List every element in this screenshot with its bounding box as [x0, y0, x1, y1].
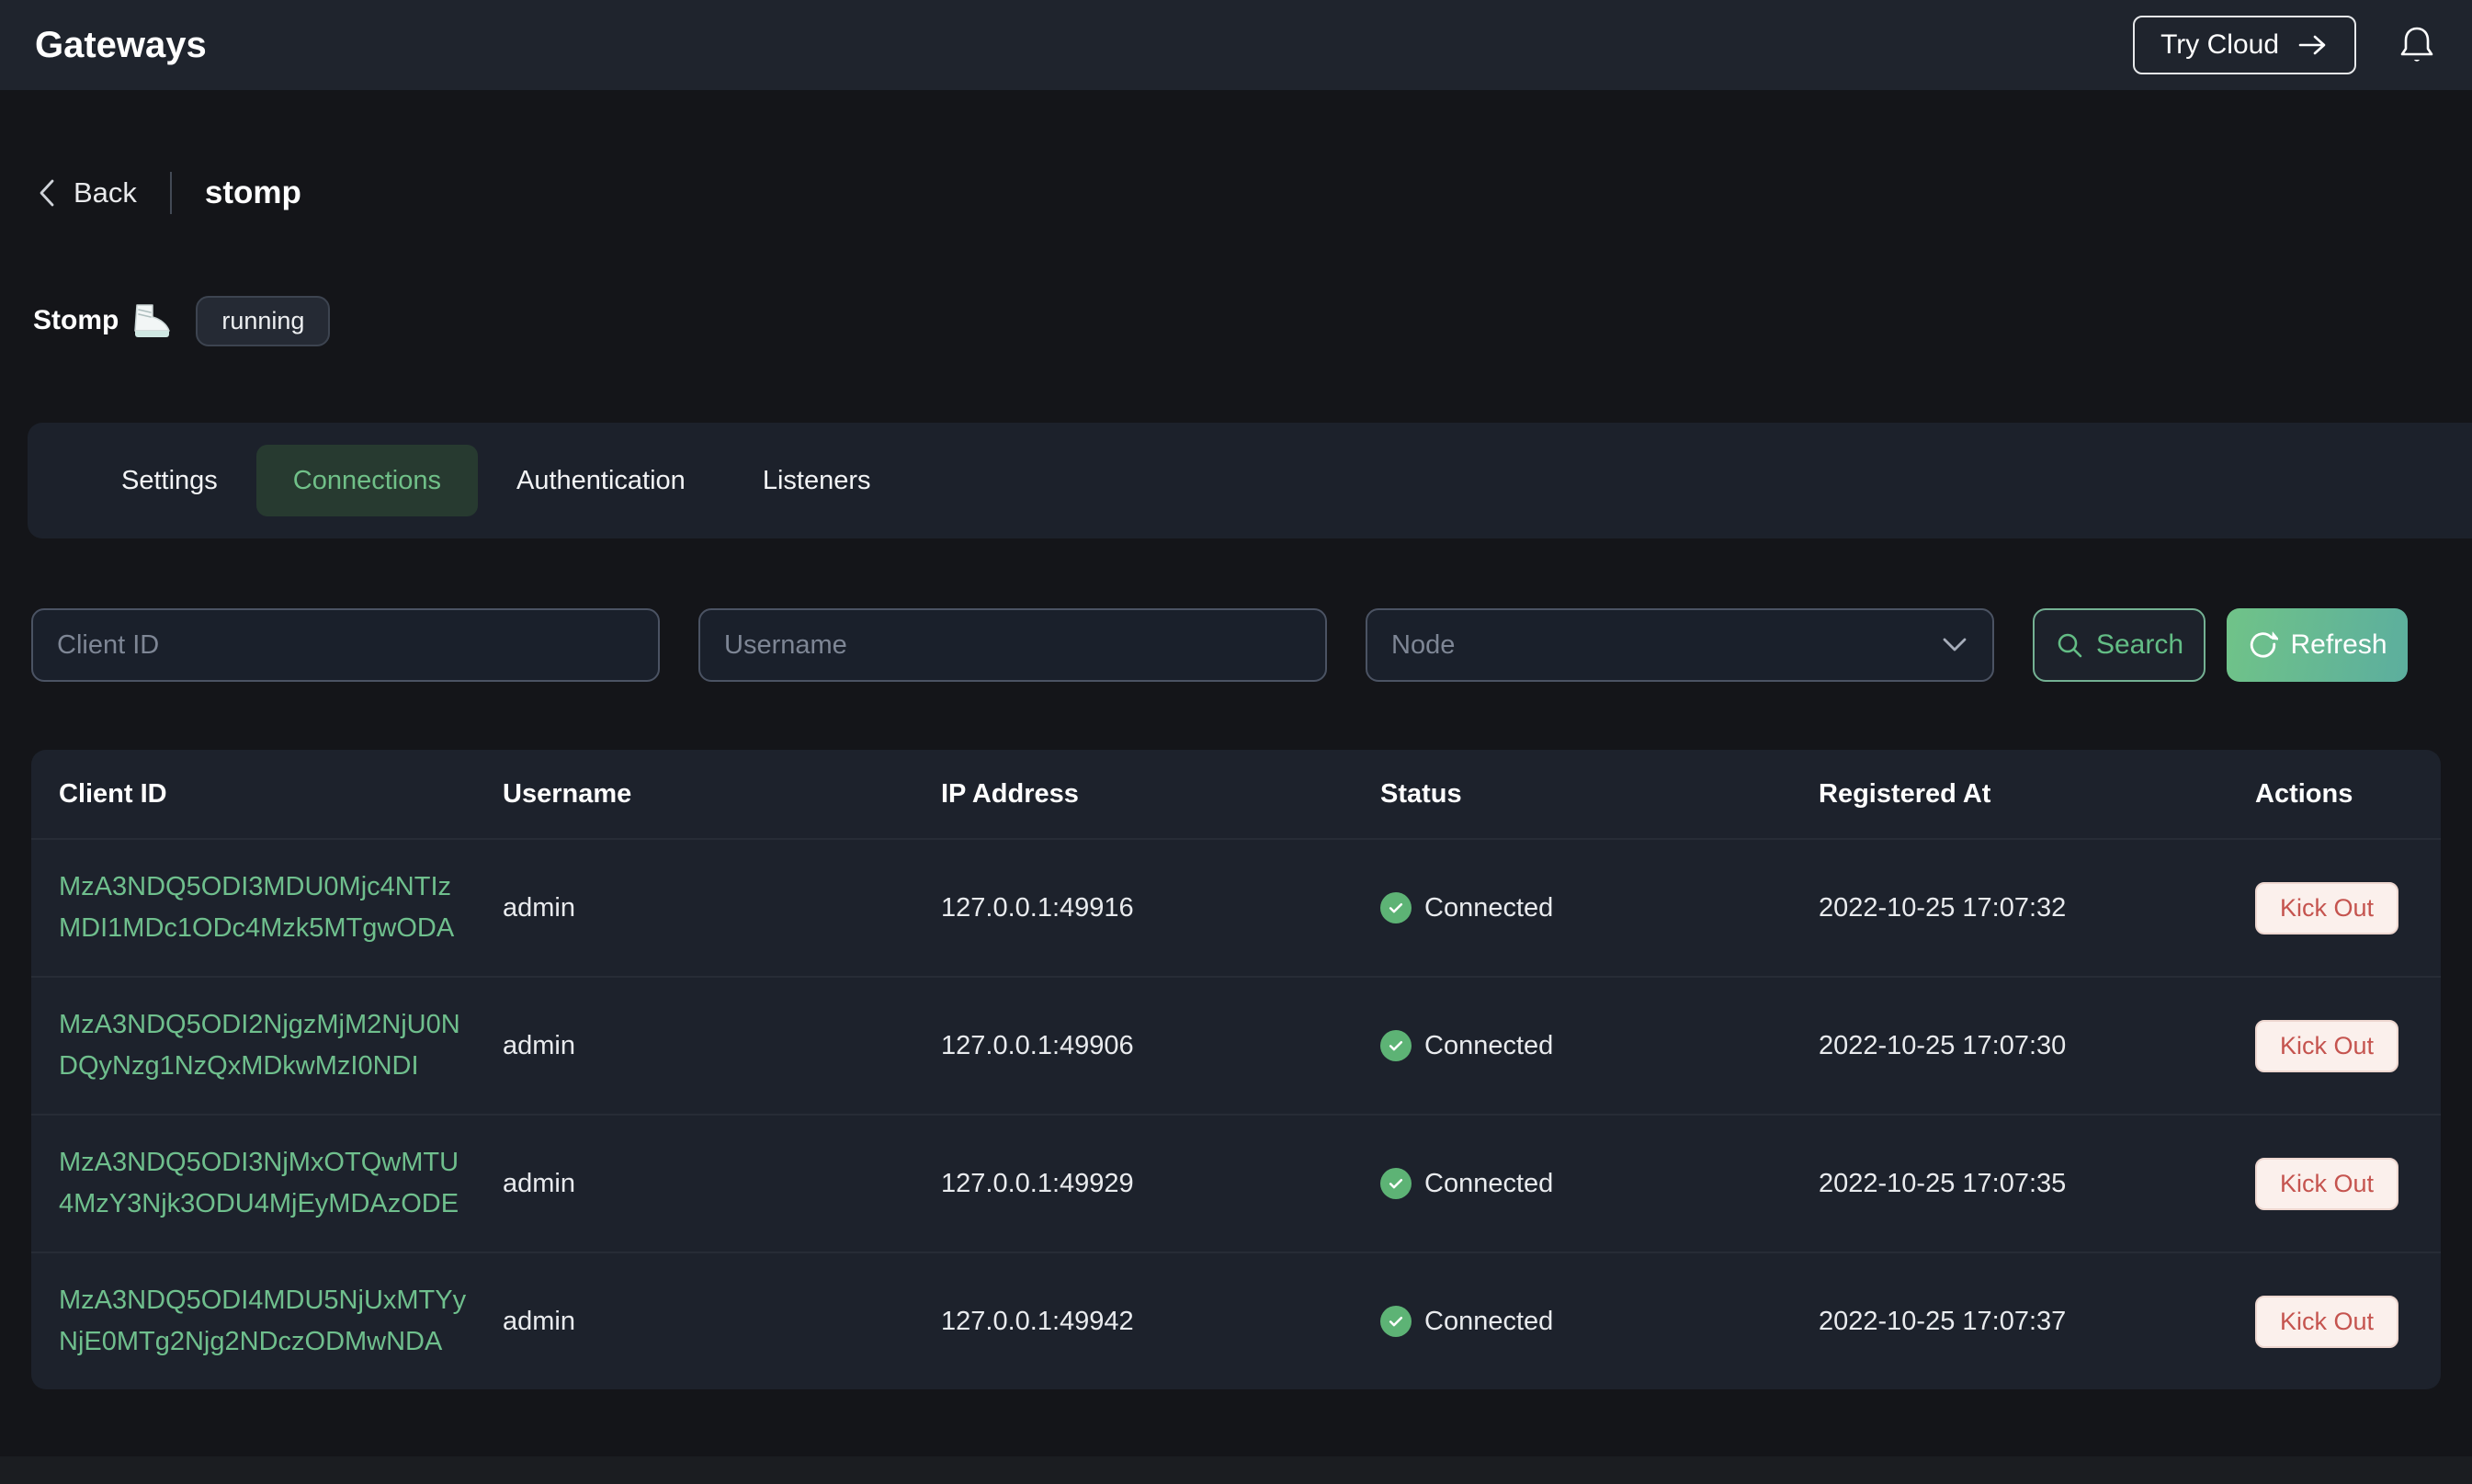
refresh-button[interactable]: Refresh: [2227, 608, 2408, 682]
search-label: Search: [2096, 629, 2183, 661]
node-select[interactable]: Node: [1366, 608, 1994, 682]
back-button[interactable]: Back: [37, 176, 137, 210]
status-cell: Connected: [1380, 1306, 1819, 1337]
ip-address-cell: 127.0.0.1:49929: [941, 1169, 1380, 1199]
client-id-line2: NjE0MTg2Njg2NDczODMwNDA: [59, 1321, 503, 1363]
try-cloud-label: Try Cloud: [2160, 29, 2279, 61]
tab-listeners[interactable]: Listeners: [724, 445, 910, 516]
ip-address-cell: 127.0.0.1:49906: [941, 1031, 1380, 1061]
status-cell: Connected: [1380, 1168, 1819, 1199]
gateway-name: Stomp: [33, 305, 119, 336]
tab-settings[interactable]: Settings: [83, 445, 256, 516]
client-id-line2: DQyNzg1NzQxMDkwMzI0NDI: [59, 1046, 503, 1087]
col-registered-at: Registered At: [1819, 779, 2255, 810]
username-cell: admin: [503, 1307, 941, 1337]
status-label: Connected: [1424, 893, 1553, 923]
client-id-link[interactable]: MzA3NDQ5ODI3MDU0Mjc4NTIz MDI1MDc1ODc4Mzk…: [59, 867, 503, 949]
client-id-link[interactable]: MzA3NDQ5ODI2NjgzMjM2NjU0N DQyNzg1NzQxMDk…: [59, 1004, 503, 1087]
topbar-actions: Try Cloud: [2133, 16, 2437, 74]
notification-bell-icon[interactable]: [2397, 23, 2437, 67]
registered-at-cell: 2022-10-25 17:07:37: [1819, 1307, 2255, 1337]
breadcrumb-divider: [170, 172, 172, 214]
username-cell: admin: [503, 893, 941, 923]
status-cell: Connected: [1380, 1030, 1819, 1061]
col-ip-address: IP Address: [941, 779, 1380, 810]
arrow-right-icon: [2297, 33, 2329, 57]
username-input[interactable]: [698, 608, 1327, 682]
app-title: Gateways: [35, 25, 207, 66]
username-cell: admin: [503, 1169, 941, 1199]
status-label: Connected: [1424, 1031, 1553, 1061]
topbar: Gateways Try Cloud: [0, 0, 2472, 90]
search-button[interactable]: Search: [2033, 608, 2206, 682]
client-id-line2: MDI1MDc1ODc4Mzk5MTgwODA: [59, 908, 503, 949]
try-cloud-button[interactable]: Try Cloud: [2133, 16, 2356, 74]
table-header: Client ID Username IP Address Status Reg…: [31, 750, 2441, 838]
chevron-left-icon: [37, 177, 57, 209]
boot-icon: [130, 302, 172, 339]
kick-out-button[interactable]: Kick Out: [2255, 1296, 2398, 1348]
col-client-id: Client ID: [59, 779, 503, 810]
table-row: MzA3NDQ5ODI3MDU0Mjc4NTIz MDI1MDc1ODc4Mzk…: [31, 838, 2441, 976]
kick-out-button[interactable]: Kick Out: [2255, 1158, 2398, 1210]
search-icon: [2055, 630, 2084, 660]
client-id-line1: MzA3NDQ5ODI2NjgzMjM2NjU0N: [59, 1004, 503, 1046]
table-row: MzA3NDQ5ODI2NjgzMjM2NjU0N DQyNzg1NzQxMDk…: [31, 976, 2441, 1114]
registered-at-cell: 2022-10-25 17:07:30: [1819, 1031, 2255, 1061]
registered-at-cell: 2022-10-25 17:07:35: [1819, 1169, 2255, 1199]
tab-bar: Settings Connections Authentication List…: [28, 423, 2472, 538]
table-row: MzA3NDQ5ODI4MDU5NjUxMTYy NjE0MTg2Njg2NDc…: [31, 1252, 2441, 1389]
table-row: MzA3NDQ5ODI3NjMxOTQwMTU 4MzY3Njk3ODU4MjE…: [31, 1114, 2441, 1252]
client-id-link[interactable]: MzA3NDQ5ODI4MDU5NjUxMTYy NjE0MTg2Njg2NDc…: [59, 1280, 503, 1363]
registered-at-cell: 2022-10-25 17:07:32: [1819, 893, 2255, 923]
username-cell: admin: [503, 1031, 941, 1061]
ip-address-cell: 127.0.0.1:49916: [941, 893, 1380, 923]
connected-check-icon: [1380, 1306, 1412, 1337]
connected-check-icon: [1380, 1030, 1412, 1061]
col-username: Username: [503, 779, 941, 810]
status-cell: Connected: [1380, 892, 1819, 923]
status-label: Connected: [1424, 1307, 1553, 1337]
chevron-down-icon: [1941, 636, 1968, 654]
client-id-line1: MzA3NDQ5ODI4MDU5NjUxMTYy: [59, 1280, 503, 1321]
client-id-line1: MzA3NDQ5ODI3NjMxOTQwMTU: [59, 1142, 503, 1184]
tab-connections[interactable]: Connections: [256, 445, 478, 516]
back-label: Back: [74, 176, 137, 210]
kick-out-button[interactable]: Kick Out: [2255, 882, 2398, 935]
client-id-input[interactable]: [31, 608, 660, 682]
breadcrumb: Back stomp: [37, 164, 301, 222]
node-select-placeholder: Node: [1391, 630, 1455, 661]
client-id-link[interactable]: MzA3NDQ5ODI3NjMxOTQwMTU 4MzY3Njk3ODU4MjE…: [59, 1142, 503, 1225]
ip-address-cell: 127.0.0.1:49942: [941, 1307, 1380, 1337]
refresh-label: Refresh: [2290, 629, 2387, 661]
status-label: Connected: [1424, 1169, 1553, 1199]
client-id-line1: MzA3NDQ5ODI3MDU0Mjc4NTIz: [59, 867, 503, 908]
client-id-line2: 4MzY3Njk3ODU4MjEyMDAzODE: [59, 1184, 503, 1225]
connected-check-icon: [1380, 1168, 1412, 1199]
page-title: stomp: [205, 175, 301, 211]
tab-authentication[interactable]: Authentication: [478, 445, 724, 516]
connections-table: Client ID Username IP Address Status Reg…: [31, 750, 2441, 1389]
col-actions: Actions: [2255, 779, 2413, 810]
col-status: Status: [1380, 779, 1819, 810]
status-badge: running: [196, 296, 330, 346]
kick-out-button[interactable]: Kick Out: [2255, 1020, 2398, 1072]
gateway-header: Stomp running: [33, 294, 330, 347]
refresh-icon: [2247, 629, 2278, 661]
connected-check-icon: [1380, 892, 1412, 923]
bottom-band: [0, 1456, 2472, 1484]
